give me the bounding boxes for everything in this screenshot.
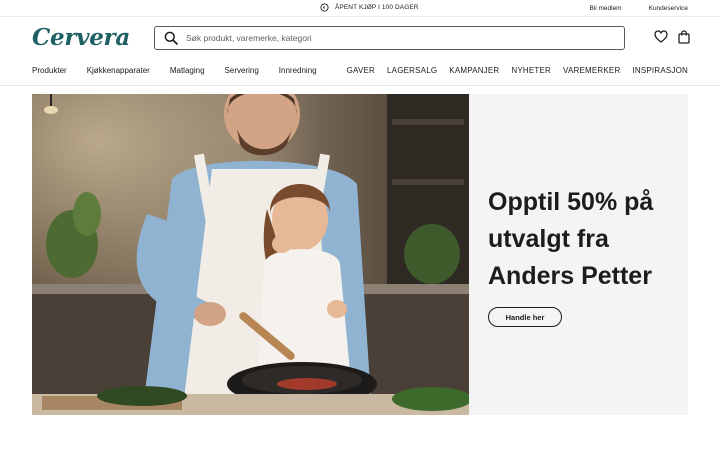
search-input[interactable] [186,33,586,43]
hero-image[interactable] [32,94,469,415]
hero-banner[interactable]: Opptil 50% på utvalgt fra Anders Petter … [32,94,688,415]
nav-item-lagersalg[interactable]: LAGERSALG [387,66,437,75]
logo[interactable]: Cervera [32,24,130,51]
top-links: Bli medlem Kundeservice [589,5,688,12]
promo-text: ÅPENT KJØP I 100 DAGER [335,4,419,11]
shopping-bag-icon[interactable] [678,30,690,44]
nav-item-innredning[interactable]: Innredning [279,66,317,75]
nav-item-gaver[interactable]: GAVER [347,66,375,75]
nav-item-nyheter[interactable]: NYHETER [511,66,551,75]
member-link[interactable]: Bli medlem [589,5,621,12]
nav-item-servering[interactable]: Servering [225,66,259,75]
return-icon [320,3,329,12]
nav-item-kjokkenapparater[interactable]: Kjøkkenapparater [87,66,150,75]
main-nav: Produkter Kjøkkenapparater Matlaging Ser… [0,60,720,86]
nav-item-matlaging[interactable]: Matlaging [170,66,205,75]
top-bar: ÅPENT KJØP I 100 DAGER Bli medlem Kundes… [0,0,720,17]
nav-item-inspirasjon[interactable]: INSPIRASJON [632,66,688,75]
hero-photo [32,94,469,415]
category-nav: Produkter Kjøkkenapparater Matlaging Ser… [32,66,317,75]
promo-banner: ÅPENT KJØP I 100 DAGER [320,3,419,12]
customer-service-link[interactable]: Kundeservice [649,5,688,12]
search-bar[interactable] [154,26,625,50]
shop-now-button[interactable]: Handle her [488,307,562,327]
hero-title: Opptil 50% på utvalgt fra Anders Petter [488,188,654,290]
nav-item-kampanjer[interactable]: KAMPANJER [449,66,499,75]
nav-item-produkter[interactable]: Produkter [32,66,67,75]
hero-text-panel: Opptil 50% på utvalgt fra Anders Petter … [469,94,688,415]
nav-item-varemerker[interactable]: VAREMERKER [563,66,620,75]
heart-icon[interactable] [654,30,668,44]
campaign-nav: GAVER LAGERSALG KAMPANJER NYHETER VAREME… [347,66,688,75]
search-icon[interactable] [164,31,178,45]
header-icons [654,30,690,44]
